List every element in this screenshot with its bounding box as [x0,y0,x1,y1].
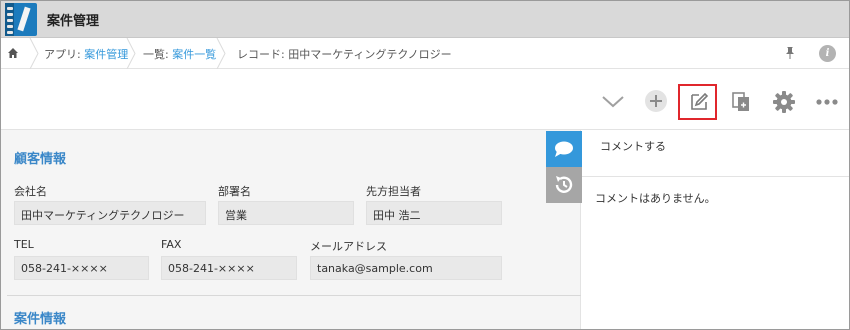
app-header: 案件管理 [1,1,849,38]
notebook-icon[interactable] [5,3,37,36]
comment-icon [555,141,573,157]
section-title-customer: 顧客情報 [14,152,67,167]
field-label-fax: FAX [161,238,182,251]
history-icon [555,176,573,193]
info-icon[interactable]: i [819,45,836,62]
no-comments-text: コメントはありません。 [595,192,716,205]
field-value-tel: 058-241-×××× [14,256,149,280]
breadcrumb-prefix: アプリ: [44,48,85,61]
more-icon[interactable] [809,84,845,120]
window-frame: 案件管理 アプリ: 案件管理 一覧: 案件一覧 レコード: 田中マーケティングテ… [0,0,850,330]
pin-icon[interactable] [784,46,796,60]
breadcrumb-item-record: レコード: 田中マーケティングテクノロジー [237,46,452,62]
gear-icon[interactable] [766,84,802,120]
field-label-tel: TEL [14,238,34,251]
breadcrumb: アプリ: 案件管理 一覧: 案件一覧 レコード: 田中マーケティングテクノロジー… [1,38,849,69]
duplicate-icon[interactable] [723,84,759,120]
field-label-email: メールアドレス [310,240,387,253]
edit-button-highlight [678,84,717,120]
comment-panel [582,130,849,329]
field-label-company: 会社名 [14,185,47,198]
field-value-contact: 田中 浩二 [366,201,502,225]
comment-separator [582,176,849,177]
comment-tab[interactable] [546,131,582,167]
section-divider [7,295,581,296]
app-title[interactable]: 案件管理 [47,10,99,29]
record-detail: 顧客情報 会社名 田中マーケティングテクノロジー 部署名 営業 先方担当者 田中… [1,130,581,329]
section-title-deal: 案件情報 [14,312,67,327]
breadcrumb-prefix: 一覧: [143,48,173,61]
field-value-company: 田中マーケティングテクノロジー [14,201,206,225]
history-tab[interactable] [546,167,582,203]
breadcrumb-separator [29,38,39,69]
comment-input[interactable]: コメントする [600,138,666,154]
home-icon[interactable] [7,47,19,59]
chevron-down-icon[interactable] [595,84,631,120]
field-value-email: tanaka@sample.com [310,256,502,280]
field-value-department: 営業 [218,201,354,225]
breadcrumb-separator [126,38,136,69]
breadcrumb-item-app[interactable]: アプリ: 案件管理 [44,46,128,62]
breadcrumb-prefix: レコード: [237,48,289,61]
breadcrumb-link-view[interactable]: 案件一覧 [172,48,216,61]
breadcrumb-current: 田中マーケティングテクノロジー [288,48,452,61]
field-label-department: 部署名 [218,185,251,198]
record-toolbar [1,70,849,130]
breadcrumb-item-view[interactable]: 一覧: 案件一覧 [143,46,216,62]
field-label-contact: 先方担当者 [366,185,421,198]
breadcrumb-link-app[interactable]: 案件管理 [84,48,128,61]
breadcrumb-separator [216,38,226,69]
add-icon[interactable] [638,84,674,120]
field-value-fax: 058-241-×××× [161,256,297,280]
